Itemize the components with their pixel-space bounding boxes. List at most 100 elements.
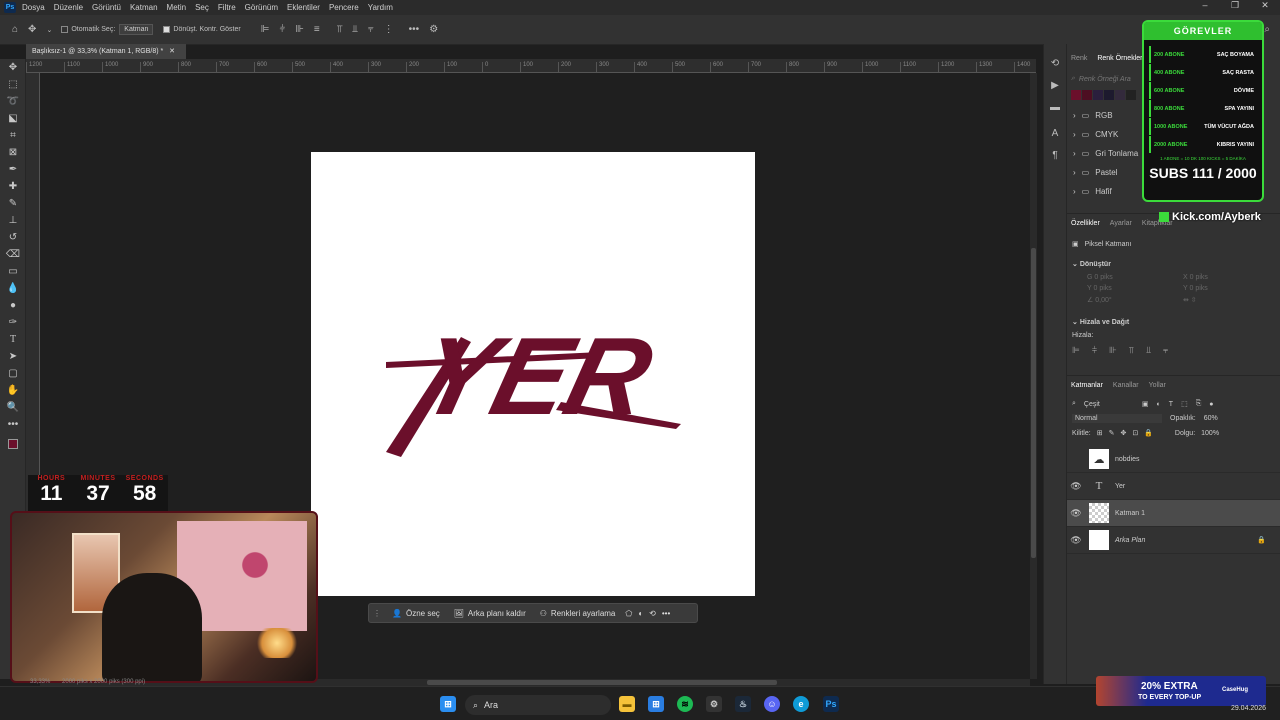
close-tab-icon[interactable]: ✕ bbox=[169, 48, 175, 55]
rectangle-tool-icon[interactable]: ▢ bbox=[0, 365, 26, 382]
menu-item[interactable]: Filtre bbox=[218, 3, 236, 12]
hand-tool-icon[interactable]: ✋ bbox=[0, 382, 26, 399]
layer-name[interactable]: Yer bbox=[1115, 483, 1125, 490]
tab-swatches[interactable]: Renk Örnekleri bbox=[1097, 55, 1144, 62]
zoom-status[interactable]: 33,33% bbox=[30, 679, 50, 685]
scroll-thumb[interactable] bbox=[1031, 248, 1036, 558]
close-icon[interactable]: ✕ bbox=[1250, 0, 1280, 11]
filter-toggle-icon[interactable]: ● bbox=[1209, 401, 1213, 408]
more-tools-icon[interactable]: ••• bbox=[0, 416, 26, 433]
more-options-icon[interactable]: ••• bbox=[409, 24, 420, 35]
move-tool-icon[interactable]: ✥ bbox=[28, 24, 36, 35]
document-canvas[interactable]: YER bbox=[311, 152, 755, 596]
chevron-down-icon[interactable]: ⌄ bbox=[46, 26, 52, 34]
brush-tool-icon[interactable]: ✎ bbox=[0, 195, 26, 212]
character-icon[interactable]: A bbox=[1044, 128, 1066, 146]
swatch[interactable] bbox=[1104, 90, 1114, 100]
discord-icon[interactable]: ☺ bbox=[764, 696, 780, 712]
spotify-icon[interactable]: ≋ bbox=[677, 696, 693, 712]
menu-item[interactable]: Düzenle bbox=[54, 3, 83, 12]
menu-item[interactable]: Katman bbox=[130, 3, 158, 12]
swatch[interactable] bbox=[1126, 90, 1136, 100]
menu-item[interactable]: Pencere bbox=[329, 3, 359, 12]
eraser-tool-icon[interactable]: ⌫ bbox=[0, 246, 26, 263]
layer-row[interactable]: ☁ nobdies bbox=[1067, 446, 1280, 473]
eyedropper-tool-icon[interactable]: ✒ bbox=[0, 161, 26, 178]
scroll-thumb[interactable] bbox=[427, 680, 777, 685]
more-options-icon[interactable]: ••• bbox=[659, 609, 673, 618]
path-select-tool-icon[interactable]: ➤ bbox=[0, 348, 26, 365]
history-brush-tool-icon[interactable]: ↺ bbox=[0, 229, 26, 246]
paragraph-icon[interactable]: ¶ bbox=[1044, 150, 1066, 168]
align-top-icon[interactable]: ⫪ bbox=[1129, 345, 1134, 356]
gradient-tool-icon[interactable]: ▭ bbox=[0, 263, 26, 280]
vertical-scrollbar[interactable] bbox=[1030, 73, 1037, 679]
type-tool-icon[interactable]: T bbox=[0, 331, 26, 348]
filter-adjust-icon[interactable]: ◐ bbox=[1157, 401, 1161, 408]
tab-channels[interactable]: Kanallar bbox=[1113, 382, 1139, 389]
minimize-icon[interactable]: – bbox=[1190, 0, 1220, 11]
align-left-icon[interactable]: ⊫ bbox=[261, 24, 270, 35]
flip-icons[interactable]: ⇹ ⇳ bbox=[1183, 296, 1275, 304]
stamp-tool-icon[interactable]: ⊥ bbox=[0, 212, 26, 229]
photoshop-taskbar-icon[interactable]: Ps bbox=[823, 696, 839, 712]
align-right-icon[interactable]: ⊪ bbox=[1109, 345, 1117, 356]
transform-controls-checkbox[interactable]: Dönüşt. Kontr. Göster bbox=[163, 26, 241, 33]
file-explorer-icon[interactable]: ▬ bbox=[619, 696, 635, 712]
angle-field[interactable]: ∠ 0,00° bbox=[1087, 296, 1179, 304]
x-field[interactable]: X 0 piks bbox=[1183, 274, 1275, 281]
healing-brush-tool-icon[interactable]: ✚ bbox=[0, 178, 26, 195]
pen-tool-icon[interactable]: ✑ bbox=[0, 314, 26, 331]
restore-icon[interactable]: ❐ bbox=[1220, 0, 1250, 11]
home-icon[interactable]: ⌂ bbox=[12, 24, 18, 35]
distribute-vertical-icon[interactable]: ⋮ bbox=[384, 24, 394, 35]
height-field[interactable]: Y 0 piks bbox=[1087, 285, 1179, 292]
auto-select-dropdown[interactable]: Katman bbox=[119, 24, 154, 35]
swatch[interactable] bbox=[1093, 90, 1103, 100]
opacity-input[interactable]: 60% bbox=[1204, 415, 1218, 422]
adjust-colors-button[interactable]: ⚇ Renkleri ayarlama bbox=[533, 609, 623, 618]
swatch[interactable] bbox=[1082, 90, 1092, 100]
marquee-tool-icon[interactable]: ⬚ bbox=[0, 76, 26, 93]
dodge-tool-icon[interactable]: ● bbox=[0, 297, 26, 314]
layer-name[interactable]: Katman 1 bbox=[1115, 510, 1145, 517]
settings-app-icon[interactable]: ⚙ bbox=[706, 696, 722, 712]
layer-row-selected[interactable]: 👁 Katman 1 bbox=[1067, 500, 1280, 527]
object-select-tool-icon[interactable]: ⬕ bbox=[0, 110, 26, 127]
menu-item[interactable]: Görüntü bbox=[92, 3, 121, 12]
document-tab[interactable]: Başlıksız-1 @ 33,3% (Katman 1, RGB/8) * … bbox=[26, 44, 186, 59]
menu-item[interactable]: Yardım bbox=[368, 3, 393, 12]
tab-color[interactable]: Renk bbox=[1071, 55, 1087, 62]
play-icon[interactable]: ▶ bbox=[1044, 80, 1066, 98]
steam-icon[interactable]: ♨ bbox=[735, 696, 751, 712]
lock-all-icon[interactable]: 🔒 bbox=[1144, 429, 1153, 437]
frame-tool-icon[interactable]: ⊠ bbox=[0, 144, 26, 161]
eye-icon[interactable]: 👁 bbox=[1067, 508, 1085, 519]
history-icon[interactable]: ⟲ bbox=[1044, 58, 1066, 76]
menu-item[interactable]: Eklentiler bbox=[287, 3, 320, 12]
windows-start-icon[interactable]: ⊞ bbox=[440, 696, 456, 712]
tab-properties[interactable]: Özellikler bbox=[1071, 220, 1100, 227]
taskbar-date[interactable]: 29.04.2026 bbox=[1231, 705, 1266, 712]
store-icon[interactable]: ⊞ bbox=[648, 696, 664, 712]
lock-position-icon[interactable]: ✥ bbox=[1120, 429, 1126, 437]
color-swatches[interactable] bbox=[0, 433, 26, 455]
filter-smart-icon[interactable]: ⎘ bbox=[1196, 400, 1202, 408]
tab-paths[interactable]: Yollar bbox=[1149, 382, 1166, 389]
align-bottom-icon[interactable]: ⫧ bbox=[368, 24, 374, 35]
lock-transparency-icon[interactable]: ⊞ bbox=[1097, 429, 1103, 437]
layer-filter-dropdown[interactable]: Çeşit bbox=[1084, 401, 1134, 408]
width-field[interactable]: G 0 piks bbox=[1087, 274, 1179, 281]
generate-icon[interactable]: ⟲ bbox=[646, 609, 659, 618]
align-left-icon[interactable]: ⊫ bbox=[1072, 345, 1080, 356]
lock-pixels-icon[interactable]: ✎ bbox=[1109, 429, 1115, 437]
remove-background-button[interactable]: 🖼 Arka planı kaldır bbox=[447, 609, 533, 618]
align-center-icon[interactable]: ⫩ bbox=[279, 24, 285, 35]
layer-row[interactable]: 👁 T Yer bbox=[1067, 473, 1280, 500]
y-field[interactable]: Y 0 piks bbox=[1183, 285, 1275, 292]
menu-item[interactable]: Görünüm bbox=[245, 3, 278, 12]
auto-select-checkbox[interactable]: Otomatik Seç: bbox=[61, 26, 115, 33]
align-middle-icon[interactable]: ⫫ bbox=[1146, 345, 1151, 356]
lock-artboard-icon[interactable]: ⊡ bbox=[1132, 429, 1138, 437]
lasso-tool-icon[interactable]: ➰ bbox=[0, 93, 26, 110]
